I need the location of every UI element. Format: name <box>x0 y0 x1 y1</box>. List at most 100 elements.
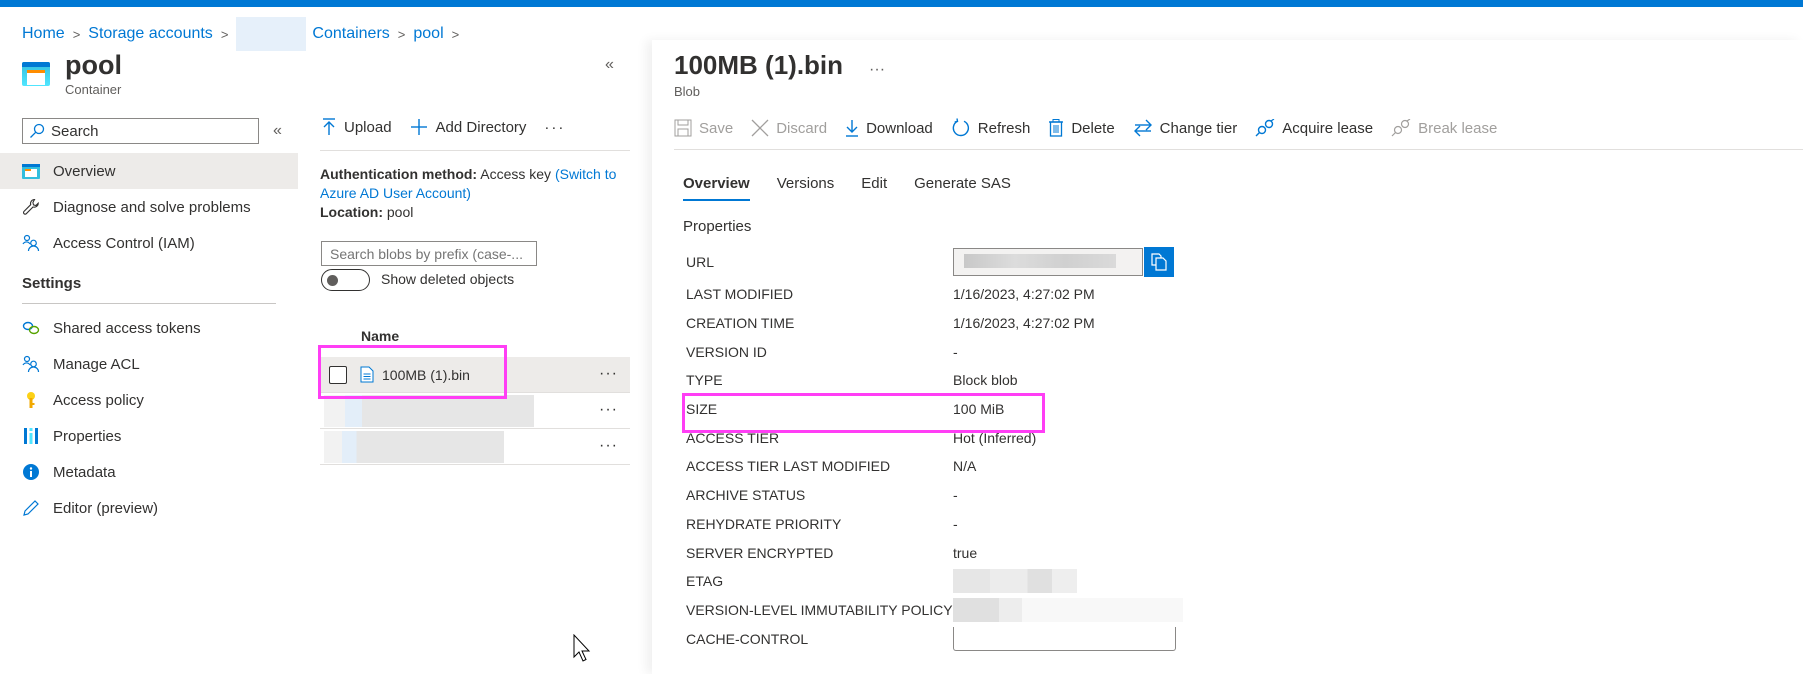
property-row-url: URL <box>686 244 1386 280</box>
row-more-button[interactable]: ··· <box>599 365 618 383</box>
property-value: Hot (Inferred) <box>953 429 1037 446</box>
collapse-blade-button[interactable]: « <box>605 56 614 74</box>
blob-row[interactable]: 100MB (1).bin ··· <box>320 357 630 393</box>
blob-title: 100MB (1).bin <box>674 50 844 80</box>
property-key: CACHE-CONTROL <box>686 630 809 647</box>
property-row-immutability: VERSION-LEVEL IMMUTABILITY POLICY <box>686 596 1386 625</box>
property-key: ACCESS TIER <box>686 429 780 446</box>
property-value: - <box>953 343 958 360</box>
blob-tabs: Overview Versions Edit Generate SAS <box>683 175 1038 201</box>
menu-item-diagnose[interactable]: Diagnose and solve problems <box>0 189 298 225</box>
menu-item-overview[interactable]: Overview <box>0 153 298 189</box>
resource-menu: Overview Diagnose and solve problems Acc… <box>0 153 298 526</box>
menu-search-input[interactable]: Search <box>22 118 259 144</box>
property-key: CREATION TIME <box>686 315 795 332</box>
pencil-icon <box>22 499 40 517</box>
property-key: REHYDRATE PRIORITY <box>686 515 842 532</box>
plug-icon <box>1391 119 1411 137</box>
collapse-menu-button[interactable]: « <box>273 122 282 140</box>
properties-list: URL LAST MODIFIED 1/16/2023, 4:27:02 PM CR… <box>686 240 1386 653</box>
property-key: SIZE <box>686 401 718 418</box>
property-key: URL <box>686 254 715 270</box>
property-key: VERSION ID <box>686 343 767 360</box>
menu-item-metadata[interactable]: Metadata <box>0 454 298 490</box>
chevron-right-icon: > <box>72 26 81 42</box>
blob-row[interactable]: ··· <box>320 429 630 465</box>
blob-search-input[interactable] <box>321 241 537 266</box>
auth-method-value: Access key <box>480 166 552 182</box>
break-lease-button[interactable]: Break lease <box>1391 119 1497 137</box>
breadcrumb-pool[interactable]: pool <box>413 25 443 43</box>
menu-item-label: Diagnose and solve problems <box>53 198 251 216</box>
location-value: pool <box>386 204 414 220</box>
blob-row[interactable]: ··· <box>320 393 630 429</box>
discard-button[interactable]: Discard <box>751 119 827 137</box>
property-row: CREATION TIME 1/16/2023, 4:27:02 PM <box>686 309 1386 338</box>
menu-item-properties[interactable]: Properties <box>0 418 298 454</box>
download-icon <box>846 120 859 137</box>
property-key: TYPE <box>686 372 723 389</box>
show-deleted-label: Show deleted objects <box>381 271 515 287</box>
menu-item-label: Metadata <box>53 463 116 481</box>
toolbar-divider <box>320 150 630 151</box>
breadcrumb-containers[interactable]: Containers <box>312 25 389 43</box>
breadcrumb-storage-accounts[interactable]: Storage accounts <box>88 25 213 43</box>
tab-edit[interactable]: Edit <box>861 175 887 201</box>
menu-item-access-policy[interactable]: Access policy <box>0 382 298 418</box>
redacted-blob-name <box>324 395 534 427</box>
breadcrumb-redacted-account[interactable] <box>236 17 307 51</box>
row-checkbox[interactable] <box>329 365 347 384</box>
change-tier-button[interactable]: Change tier <box>1133 119 1237 137</box>
blob-toolbar: Save Discard Download Refresh Delete Cha… <box>674 118 1515 138</box>
property-value: - <box>953 487 958 504</box>
column-header-name[interactable]: Name <box>361 328 399 344</box>
plug-icon <box>1255 119 1275 137</box>
url-field[interactable] <box>953 248 1143 276</box>
show-deleted-toggle[interactable] <box>321 269 370 291</box>
blob-list: 100MB (1).bin ··· ··· ··· <box>320 357 630 465</box>
more-actions-button[interactable]: ··· <box>544 119 565 136</box>
blob-more-button[interactable]: ··· <box>869 61 885 79</box>
property-key: SERVER ENCRYPTED <box>686 544 834 561</box>
save-button[interactable]: Save <box>674 119 733 137</box>
acquire-lease-button[interactable]: Acquire lease <box>1255 119 1373 137</box>
menu-item-shared-access-tokens[interactable]: Shared access tokens <box>0 310 298 346</box>
property-row: ARCHIVE STATUS - <box>686 481 1386 510</box>
breadcrumb-home[interactable]: Home <box>22 25 65 43</box>
blob-name[interactable]: 100MB (1).bin <box>382 367 470 383</box>
menu-item-label: Overview <box>53 162 116 180</box>
menu-item-access-control[interactable]: Access Control (IAM) <box>0 225 298 261</box>
row-more-button[interactable]: ··· <box>599 401 618 419</box>
tab-overview[interactable]: Overview <box>683 175 750 201</box>
toolbar-divider <box>674 149 1803 150</box>
file-icon <box>360 366 374 383</box>
menu-item-editor[interactable]: Editor (preview) <box>0 490 298 526</box>
auth-method-label: Authentication method: <box>320 166 478 182</box>
cache-control-input[interactable] <box>953 626 1176 651</box>
location-label: Location: <box>320 204 383 220</box>
property-row: ACCESS TIER LAST MODIFIED N/A <box>686 452 1386 481</box>
property-value: 100 MiB <box>953 401 1005 418</box>
property-key: ETAG <box>686 573 724 590</box>
add-directory-button[interactable]: Add Directory <box>410 118 526 136</box>
close-icon <box>751 119 769 137</box>
property-key: LAST MODIFIED <box>686 286 794 303</box>
property-row: VERSION ID - <box>686 337 1386 366</box>
menu-item-label: Access Control (IAM) <box>53 234 195 252</box>
download-button[interactable]: Download <box>845 119 933 137</box>
people-icon <box>22 355 40 373</box>
breadcrumb: Home > Storage accounts > Containers > p… <box>22 17 467 51</box>
trash-icon <box>1049 119 1064 137</box>
property-value: - <box>953 515 958 532</box>
row-more-button[interactable]: ··· <box>599 437 618 455</box>
tab-generate-sas[interactable]: Generate SAS <box>914 175 1011 201</box>
menu-item-manage-acl[interactable]: Manage ACL <box>0 346 298 382</box>
refresh-button[interactable]: Refresh <box>951 118 1030 138</box>
upload-button[interactable]: Upload <box>322 118 392 136</box>
property-row: SIZE 100 MiB <box>686 395 1386 424</box>
delete-button[interactable]: Delete <box>1048 119 1115 137</box>
menu-item-label: Manage ACL <box>53 355 140 373</box>
properties-icon <box>22 427 40 445</box>
copy-url-button[interactable] <box>1144 247 1174 277</box>
tab-versions[interactable]: Versions <box>777 175 835 201</box>
